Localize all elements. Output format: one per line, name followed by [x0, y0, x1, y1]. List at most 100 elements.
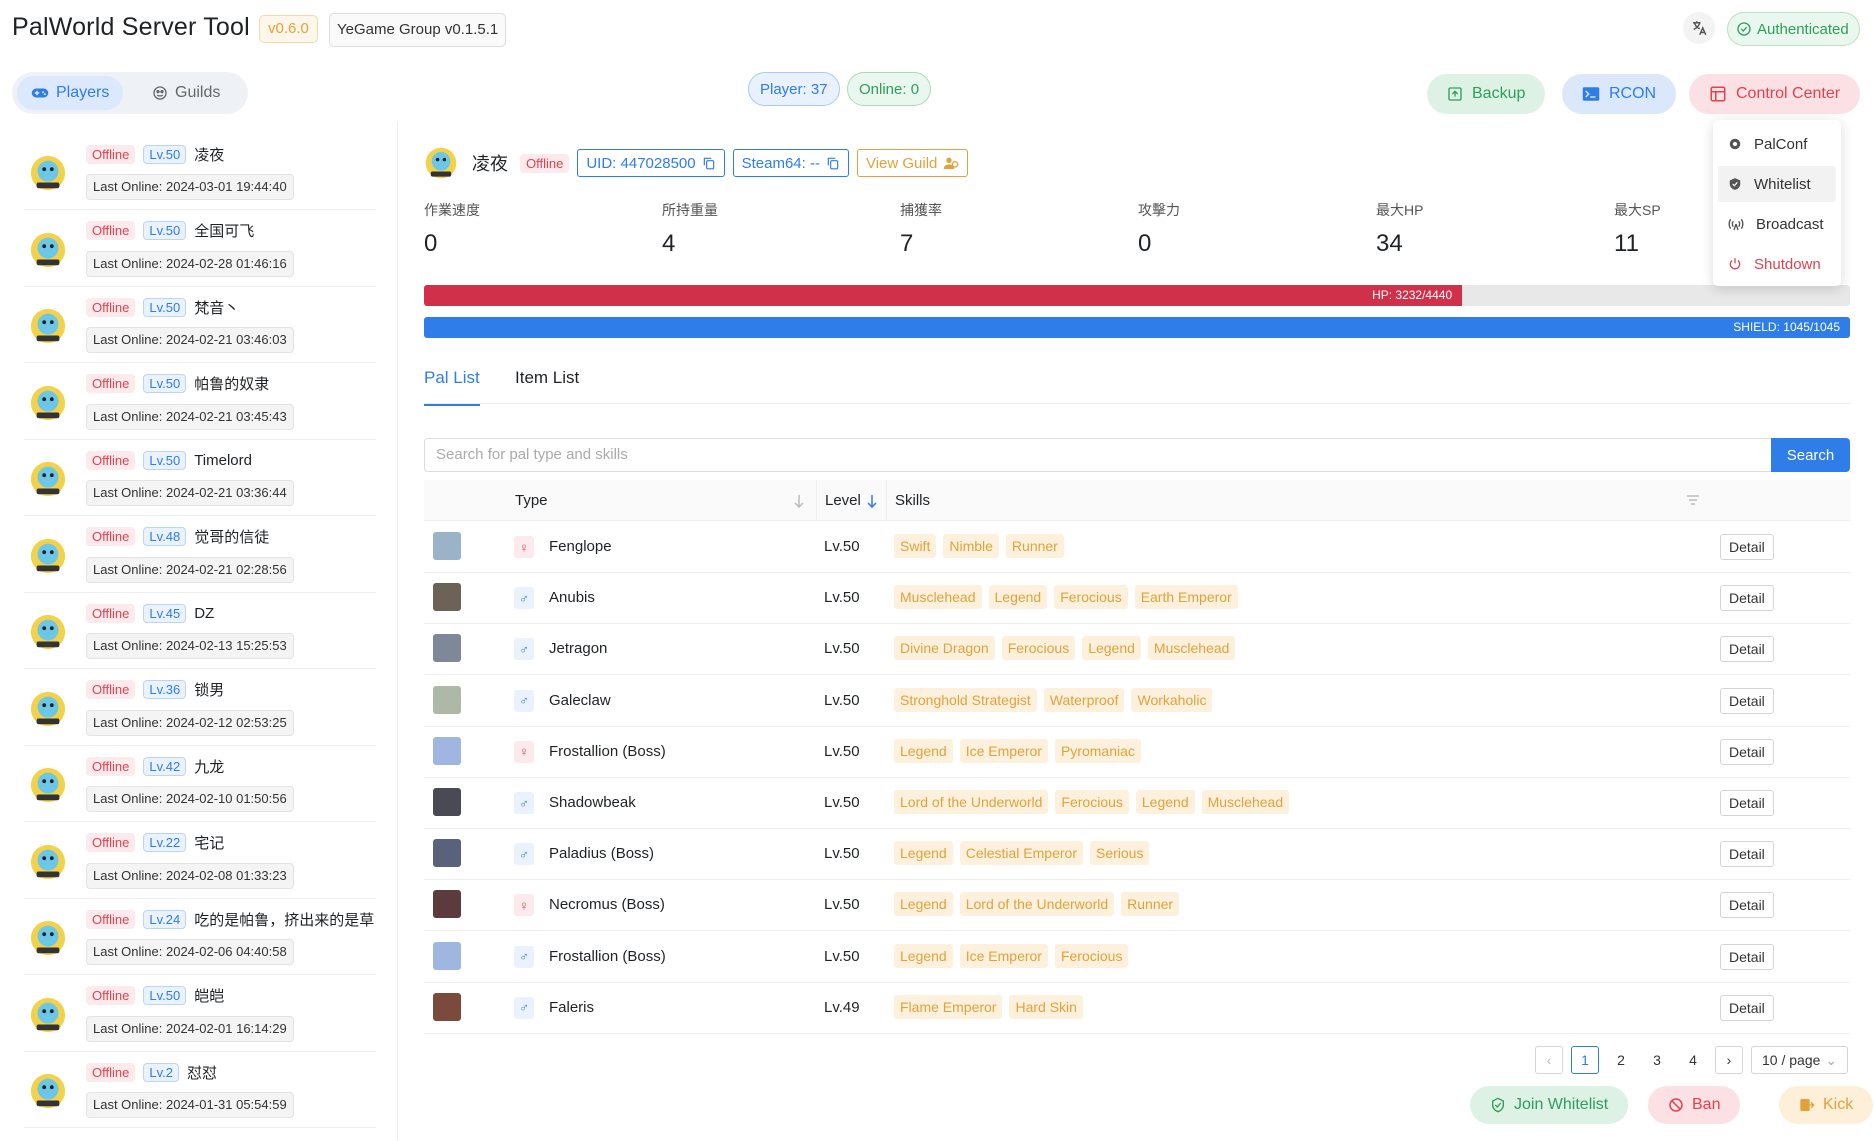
- prev-page-button[interactable]: ‹: [1535, 1046, 1563, 1074]
- pal-search-input[interactable]: Search for pal type and skills: [424, 438, 1776, 472]
- detail-button[interactable]: Detail: [1720, 841, 1774, 868]
- menu-item-palconf[interactable]: PalConf: [1718, 126, 1836, 162]
- player-list-item[interactable]: Offline Lv.24 吃的是帕鲁，挤出来的是草 Last Online: 202…: [24, 899, 376, 975]
- detail-button[interactable]: Detail: [1720, 534, 1774, 560]
- skill-tag: Flame Emperor: [894, 994, 1003, 1019]
- menu-item-shutdown[interactable]: Shutdown: [1718, 246, 1836, 282]
- pal-level: Lv.50: [824, 845, 860, 863]
- ban-label: Ban: [1692, 1096, 1721, 1113]
- player-list-item[interactable]: Offline Lv.50 全国可飞 Last Online: 2024-02-28 …: [24, 211, 376, 287]
- player-list-item[interactable]: Offline Lv.2 怼怼 Last Online: 2024-01-31 05:…: [24, 1052, 376, 1128]
- join-whitelist-button[interactable]: Join Whitelist: [1470, 1086, 1629, 1124]
- pal-image: [433, 890, 461, 919]
- page-3-button[interactable]: 3: [1643, 1046, 1671, 1074]
- col-level[interactable]: Level: [825, 492, 861, 509]
- pal-type: Anubis: [549, 589, 595, 607]
- search-button[interactable]: Search: [1771, 438, 1850, 472]
- player-list-item[interactable]: Offline Lv.50 梵音丶 Last Online: 2024-02-21 0…: [24, 287, 376, 363]
- stat-label: 攻擊力: [1138, 202, 1180, 218]
- player-list-item[interactable]: Offline Lv.50 皑皑 Last Online: 2024-02-01 16…: [24, 976, 376, 1052]
- skill-tag: Runner: [1121, 892, 1180, 917]
- status-badge: Offline: [86, 909, 136, 929]
- status-badge: Offline: [86, 450, 136, 470]
- shield-check-icon: [1492, 1097, 1504, 1113]
- translate-icon: [1693, 21, 1707, 36]
- detail-button[interactable]: Detail: [1720, 994, 1774, 1021]
- level-badge: Lv.2: [143, 1062, 179, 1082]
- page-size-select[interactable]: 10 / page ⌄: [1751, 1046, 1849, 1074]
- table-row: ♂ Frostallion (Boss) Lv.50 Legend Ice Empero…: [424, 932, 1850, 983]
- menu-item-broadcast[interactable]: Broadcast: [1718, 206, 1836, 242]
- player-avatar: [29, 307, 67, 345]
- detail-button[interactable]: Detail: [1720, 943, 1774, 970]
- pal-type: Paladius (Boss): [549, 845, 655, 863]
- kick-button[interactable]: Kick: [1779, 1086, 1874, 1124]
- next-page-button[interactable]: ›: [1715, 1046, 1743, 1074]
- detail-button[interactable]: Detail: [1720, 790, 1774, 816]
- rcon-button[interactable]: RCON: [1562, 74, 1677, 114]
- last-online-text: Last Online: 2024-02-06 04:40:58: [86, 939, 294, 965]
- skill-tag: Musclehead: [894, 585, 982, 610]
- skill-tag: Waterproof: [1043, 687, 1125, 712]
- male-icon: ♂: [514, 689, 534, 712]
- pal-image: [433, 839, 461, 868]
- sort-icon[interactable]: [794, 494, 804, 508]
- sort-icon[interactable]: [867, 494, 877, 508]
- control-center-button[interactable]: Control Center: [1689, 74, 1861, 114]
- pal-image: [433, 788, 461, 816]
- player-list-item[interactable]: Offline Lv.48 觉哥的信徒 Last Online: 2024-02-21…: [24, 517, 376, 593]
- app-header: PalWorld Server Tool v0.6.0 YeGame Group…: [0, 0, 1875, 122]
- stat-item: 所持重量 4: [662, 200, 862, 258]
- table-row: ♀ Necromus (Boss) Lv.50 Legend Lord of the U…: [424, 880, 1850, 932]
- player-list-item[interactable]: Offline Lv.50 帕鲁的奴隶 Last Online: 2024-02-21…: [24, 364, 376, 440]
- player-item-header: Offline Lv.45 DZ: [86, 601, 214, 625]
- menu-item-whitelist[interactable]: Whitelist: [1718, 166, 1836, 202]
- table-row: ♀ Fenglope Lv.50 Swift Nimble Runner Detail: [424, 522, 1850, 573]
- col-type[interactable]: Type: [515, 492, 548, 509]
- steam-copy-tag[interactable]: Steam64: --: [732, 149, 849, 177]
- player-list-item[interactable]: Offline Lv.36 锁男 Last Online: 2024-02-12 02…: [24, 670, 376, 746]
- page-2-button[interactable]: 2: [1607, 1046, 1635, 1074]
- skill-tag: Legend: [894, 943, 953, 968]
- translate-button[interactable]: [1683, 12, 1715, 44]
- page-4-button[interactable]: 4: [1679, 1046, 1707, 1074]
- tab-guilds[interactable]: Guilds: [138, 76, 234, 110]
- uid-copy-tag[interactable]: UID: 447028500: [577, 149, 725, 177]
- player-list-item[interactable]: Offline Lv.45 DZ Last Online: 2024-02-13 15…: [24, 593, 376, 669]
- player-name: 怼怼: [186, 1064, 217, 1082]
- tab-item-list[interactable]: Item List: [515, 368, 579, 388]
- player-list-item[interactable]: Offline Lv.50 凌夜 Last Online: 2024-03-01 19…: [24, 134, 376, 210]
- player-list-item[interactable]: Offline Lv.50 Timelord Last Online: 2024-02…: [24, 440, 376, 516]
- detail-button[interactable]: Detail: [1720, 585, 1774, 612]
- broadcast-icon: [1728, 218, 1744, 231]
- player-item-header: Offline Lv.48 觉哥的信徒: [86, 525, 269, 549]
- filter-icon[interactable]: [1687, 495, 1699, 506]
- detail-button[interactable]: Detail: [1720, 738, 1774, 765]
- player-name: 帕鲁的奴隶: [194, 376, 270, 393]
- player-header: 凌夜 Offline UID: 447028500 Steam64: -- Vi…: [424, 144, 969, 182]
- detail-button[interactable]: Detail: [1720, 892, 1774, 919]
- player-list-item[interactable]: Offline Lv.42 九龙 Last Online: 2024-02-10 01…: [24, 746, 376, 822]
- pal-skills: Legend Lord of the Underworld Runner: [894, 892, 1180, 917]
- status-badge: Offline: [86, 680, 136, 699]
- table-row: ♂ Faleris Lv.49 Flame Emperor Hard Skin Detai…: [424, 983, 1850, 1034]
- table-row: ♂ Jetragon Lv.50 Divine Dragon Ferocious Lege…: [424, 624, 1850, 676]
- detail-button[interactable]: Detail: [1720, 687, 1774, 714]
- view-guild-button[interactable]: View Guild: [856, 149, 969, 177]
- page-1-button[interactable]: 1: [1571, 1046, 1599, 1074]
- skill-tag: Earth Emperor: [1134, 585, 1238, 610]
- backup-button[interactable]: Backup: [1427, 74, 1546, 114]
- player-list-item[interactable]: Offline Lv.22 宅记 Last Online: 2024-02-08 01…: [24, 823, 376, 899]
- hp-text: HP: 3232/4440: [1372, 288, 1453, 302]
- tab-players[interactable]: Players: [17, 76, 124, 110]
- shield-bar: SHIELD: 1045/1045: [424, 317, 1850, 338]
- ban-button[interactable]: Ban: [1648, 1086, 1741, 1124]
- menu-palconf-label: PalConf: [1754, 135, 1808, 153]
- tab-pal-list[interactable]: Pal List: [424, 368, 480, 406]
- female-icon: ♀: [514, 740, 534, 763]
- pal-type: Jetragon: [549, 640, 608, 658]
- level-badge: Lv.50: [143, 986, 187, 1005]
- female-icon: ♀: [514, 536, 534, 558]
- skill-tag: Legend: [1135, 790, 1195, 814]
- detail-button[interactable]: Detail: [1720, 636, 1774, 663]
